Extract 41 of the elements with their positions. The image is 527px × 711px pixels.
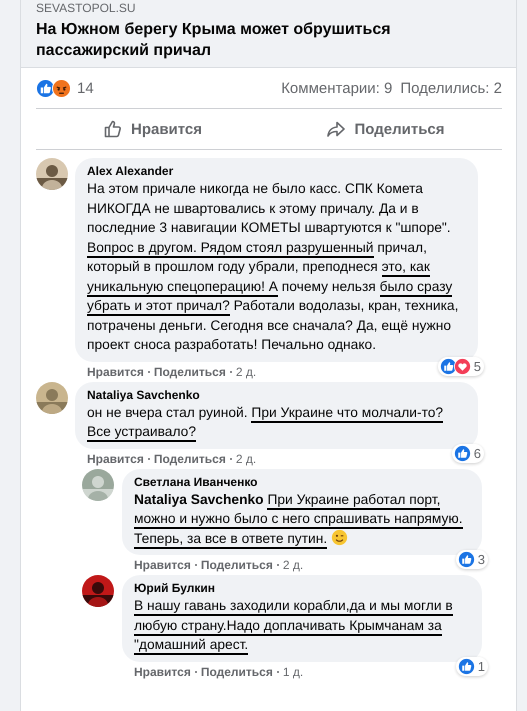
reply-share-link[interactable]: Поделиться: [200, 664, 273, 678]
comment-time[interactable]: 2 д.: [236, 364, 256, 378]
comment-author[interactable]: Юрий Булкин: [134, 581, 472, 596]
comment-time[interactable]: 1 д.: [282, 664, 304, 678]
winking-face-icon: [331, 528, 348, 546]
reaction-summary[interactable]: 1: [456, 656, 488, 676]
comment-text: Nataliya Savchenko При Украине работал порт, можно и нужно было с него спрашивать напрямую. Теперь, за все в ответе путин.: [134, 490, 472, 548]
thumbs-up-icon: [102, 119, 123, 139]
reply-share-link[interactable]: Поделиться: [154, 452, 226, 466]
share-arrow-icon: [326, 119, 346, 139]
reply-share-link[interactable]: Поделиться: [154, 364, 226, 378]
like-link[interactable]: Нравится: [87, 364, 144, 378]
comment-author[interactable]: Alex Alexander: [87, 164, 468, 179]
like-reaction-icon: [36, 78, 55, 98]
like-link[interactable]: Нравится: [134, 664, 191, 678]
share-button[interactable]: Поделиться: [269, 109, 502, 149]
reaction-summary[interactable]: 6: [452, 444, 484, 462]
comment-author[interactable]: Nataliya Savchenko: [87, 388, 468, 402]
heart-reaction-icon: [454, 358, 471, 374]
like-reaction-icon: [454, 444, 471, 462]
like-link[interactable]: Нравится: [134, 558, 191, 572]
link-preview[interactable]: SEVASTOPOL.SU На Южном берегу Крыма может обрушиться пассажирский причал: [21, 0, 516, 68]
like-link[interactable]: Нравится: [87, 452, 144, 466]
reaction-summary[interactable]: 3: [456, 550, 488, 569]
comment-text: На этом причале никогда не было касс. СПК Комета НИКОГДА не швартовались к этому причалу. Да и в последние 3 навигации КОМЕТЫ швартуются к "шпоре". Вопрос в другом. Рядом стоял разрушенный причал, который в прошлом году убрали, преподнеся это, как уникальную спецоперацию! А почему нельзя было сразу убрать и этот причал? Работали водолазы, кран, техника, потрачены деньги. Сегодня все сначала? Да, ещё нужно проект сноса разработать! Печально однако.: [87, 180, 460, 354]
reaction-summary[interactable]: 5: [438, 356, 484, 376]
shares-count[interactable]: Поделились: 2: [400, 80, 502, 96]
reaction-count[interactable]: 14: [77, 80, 94, 96]
comment-author[interactable]: Светлана Иванченко: [134, 474, 472, 490]
link-source: SEVASTOPOL.SU: [36, 1, 137, 15]
comment-text: В нашу гавань заходили корабли,да и мы могли в любую страну.Надо доплачивать Крымчанам за "домашний арест.: [134, 596, 472, 654]
like-reaction-icon: [458, 551, 475, 568]
angry-face-icon: [52, 78, 71, 98]
comments-count[interactable]: Комментарии: 9: [281, 80, 392, 96]
like-reaction-icon: [458, 658, 475, 674]
comment-text: он не вчера стал руиной. При Украине что молчали-то? Все устраивало?: [87, 402, 468, 442]
link-title: На Южном берегу Крыма может обрушиться пассажирский причал: [36, 20, 392, 61]
comment-time[interactable]: 2 д.: [236, 452, 256, 466]
comment-time[interactable]: 2 д.: [282, 558, 304, 572]
reply-share-link[interactable]: Поделиться: [200, 558, 273, 572]
like-button[interactable]: Нравится: [36, 109, 269, 149]
